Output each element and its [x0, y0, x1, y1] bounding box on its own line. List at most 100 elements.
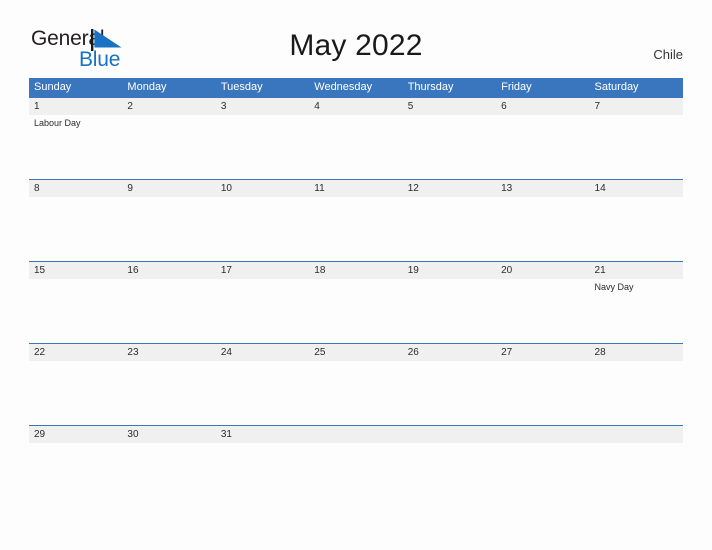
- day-cell[interactable]: [122, 443, 215, 507]
- calendar-week-row: 15 16 17 18 19 20 21 Navy Day: [29, 261, 683, 343]
- date-number[interactable]: 17: [216, 262, 309, 279]
- date-number[interactable]: 29: [29, 426, 122, 443]
- day-cell[interactable]: [122, 197, 215, 261]
- day-cell[interactable]: [122, 115, 215, 179]
- day-cell[interactable]: [29, 279, 122, 343]
- date-number[interactable]: 27: [496, 344, 589, 361]
- date-number[interactable]: 24: [216, 344, 309, 361]
- day-cell[interactable]: Labour Day: [29, 115, 122, 179]
- day-cell[interactable]: [496, 197, 589, 261]
- day-cell[interactable]: [590, 197, 683, 261]
- date-number[interactable]: 25: [309, 344, 402, 361]
- week-event-band: [29, 197, 683, 261]
- day-cell[interactable]: [216, 197, 309, 261]
- week-event-band: [29, 361, 683, 425]
- day-cell[interactable]: [496, 115, 589, 179]
- day-cell: [590, 443, 683, 507]
- date-number[interactable]: 5: [403, 98, 496, 115]
- date-number[interactable]: 9: [122, 180, 215, 197]
- calendar-week-row: 29 30 31: [29, 425, 683, 507]
- week-event-band: Navy Day: [29, 279, 683, 343]
- date-number[interactable]: 8: [29, 180, 122, 197]
- day-cell[interactable]: [403, 197, 496, 261]
- event-label: Navy Day: [594, 282, 634, 292]
- date-number[interactable]: 23: [122, 344, 215, 361]
- weekday-header-thursday: Thursday: [407, 81, 454, 93]
- day-cell[interactable]: [590, 361, 683, 425]
- weekday-header-row: Sunday Monday Tuesday Wednesday Thursday…: [29, 78, 683, 97]
- day-cell[interactable]: [496, 279, 589, 343]
- weekday-header-wednesday: Wednesday: [314, 81, 373, 93]
- day-cell[interactable]: [309, 197, 402, 261]
- date-number[interactable]: 1: [29, 98, 122, 115]
- date-number[interactable]: 30: [122, 426, 215, 443]
- weekday-header-friday: Friday: [501, 81, 532, 93]
- day-cell[interactable]: [122, 279, 215, 343]
- logo-text-blue: Blue: [79, 48, 121, 71]
- weekday-header-sunday: Sunday: [34, 81, 72, 93]
- date-number[interactable]: 20: [496, 262, 589, 279]
- day-cell[interactable]: [403, 115, 496, 179]
- day-cell[interactable]: [309, 115, 402, 179]
- date-number[interactable]: 16: [122, 262, 215, 279]
- day-cell: [403, 443, 496, 507]
- date-number[interactable]: 2: [122, 98, 215, 115]
- general-blue-logo[interactable]: General Blue: [31, 28, 161, 72]
- day-cell[interactable]: [29, 197, 122, 261]
- calendar-week-row: 1 2 3 4 5 6 7 Labour Day: [29, 97, 683, 179]
- page-header: General Blue May 2022 Chile: [0, 0, 712, 78]
- week-event-band: Labour Day: [29, 115, 683, 179]
- day-cell: [496, 443, 589, 507]
- weekday-header-tuesday: Tuesday: [220, 81, 263, 93]
- day-cell[interactable]: [29, 443, 122, 507]
- day-cell[interactable]: [216, 279, 309, 343]
- day-cell[interactable]: [122, 361, 215, 425]
- date-number[interactable]: 13: [496, 180, 589, 197]
- week-date-band: 8 9 10 11 12 13 14: [29, 180, 683, 197]
- day-cell[interactable]: [403, 279, 496, 343]
- day-cell[interactable]: [403, 361, 496, 425]
- date-number[interactable]: 14: [590, 180, 683, 197]
- day-cell[interactable]: [216, 361, 309, 425]
- date-number[interactable]: 19: [403, 262, 496, 279]
- calendar-grid: Sunday Monday Tuesday Wednesday Thursday…: [29, 78, 683, 507]
- calendar-week-row: 22 23 24 25 26 27 28: [29, 343, 683, 425]
- date-number[interactable]: 21: [590, 262, 683, 279]
- date-number[interactable]: 4: [309, 98, 402, 115]
- date-number[interactable]: 28: [590, 344, 683, 361]
- week-date-band: 29 30 31: [29, 426, 683, 443]
- day-cell[interactable]: [309, 279, 402, 343]
- date-number[interactable]: 12: [403, 180, 496, 197]
- date-number[interactable]: 10: [216, 180, 309, 197]
- date-number[interactable]: 7: [590, 98, 683, 115]
- date-number: [309, 426, 402, 443]
- day-cell[interactable]: Navy Day: [590, 279, 683, 343]
- calendar-week-row: 8 9 10 11 12 13 14: [29, 179, 683, 261]
- day-cell[interactable]: [216, 443, 309, 507]
- event-label: Labour Day: [34, 118, 81, 128]
- date-number[interactable]: 31: [216, 426, 309, 443]
- day-cell[interactable]: [309, 361, 402, 425]
- date-number[interactable]: 26: [403, 344, 496, 361]
- day-cell: [309, 443, 402, 507]
- date-number[interactable]: 6: [496, 98, 589, 115]
- week-date-band: 15 16 17 18 19 20 21: [29, 262, 683, 279]
- date-number[interactable]: 3: [216, 98, 309, 115]
- date-number[interactable]: 15: [29, 262, 122, 279]
- date-number: [496, 426, 589, 443]
- day-cell[interactable]: [216, 115, 309, 179]
- date-number: [590, 426, 683, 443]
- day-cell[interactable]: [29, 361, 122, 425]
- calendar-page: General Blue May 2022 Chile Sunday Monda…: [0, 0, 712, 550]
- weekday-header-monday: Monday: [127, 81, 167, 93]
- day-cell[interactable]: [590, 115, 683, 179]
- page-title: May 2022: [289, 29, 423, 62]
- date-number[interactable]: 11: [309, 180, 402, 197]
- day-cell[interactable]: [496, 361, 589, 425]
- date-number[interactable]: 18: [309, 262, 402, 279]
- country-label: Chile: [653, 47, 683, 62]
- week-date-band: 22 23 24 25 26 27 28: [29, 344, 683, 361]
- date-number[interactable]: 22: [29, 344, 122, 361]
- weekday-header-saturday: Saturday: [594, 81, 639, 93]
- date-number: [403, 426, 496, 443]
